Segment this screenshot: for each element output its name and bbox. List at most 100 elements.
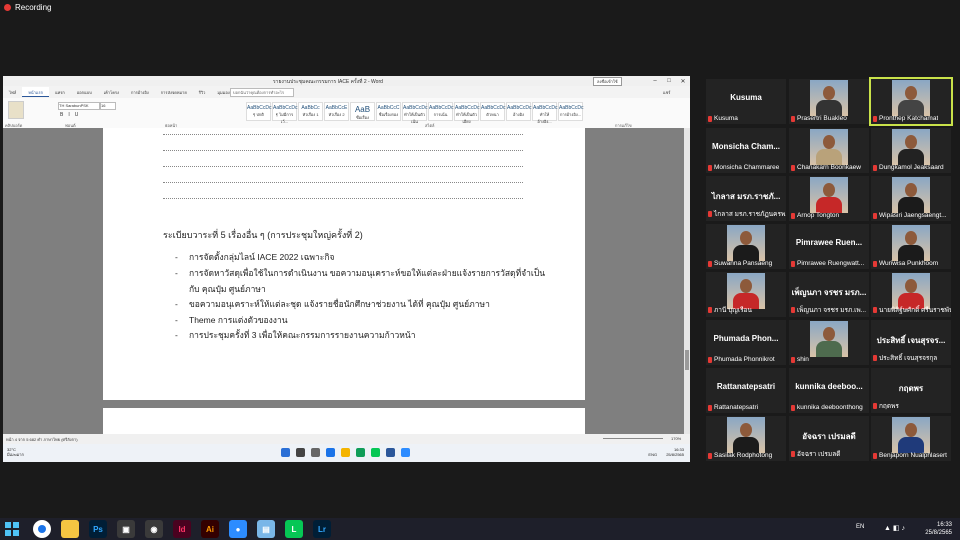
- media-icon[interactable]: ◉: [145, 520, 163, 538]
- style-subtle-emphasis[interactable]: AaBbCcDc ทำให้เป็นตัวเน้น: [402, 102, 427, 124]
- agenda-bullet: - การประชุมครั้งที่ 3 เพื่อให้คณะกรรมการร…: [175, 330, 416, 340]
- style-no-spacing[interactable]: AaBbCcDc ¶ ไม่มีการเว้...: [272, 102, 297, 124]
- font-name-box[interactable]: TH SarabunPSK: [58, 102, 100, 110]
- participant-video: [727, 417, 765, 453]
- muted-mic-icon: [791, 260, 795, 267]
- participant-tile[interactable]: Pimrawee Ruen... Pimrawee Ruengwatt...: [789, 224, 869, 269]
- participant-body: [898, 100, 924, 116]
- zoom-icon[interactable]: ●: [229, 520, 247, 538]
- participant-tile[interactable]: Prasertri Buakleo: [789, 79, 869, 124]
- participant-tile[interactable]: Suwanna Pansaeng: [706, 224, 786, 269]
- scrollbar-thumb[interactable]: [685, 350, 689, 370]
- participant-tile[interactable]: shin: [789, 320, 869, 365]
- style-heading-2[interactable]: AaBbCcE หัวเรื่อง 2: [324, 102, 349, 121]
- close-icon[interactable]: ✕: [676, 76, 690, 86]
- line-icon[interactable]: L: [285, 520, 303, 538]
- line-icon[interactable]: [371, 448, 380, 457]
- style-subtitle[interactable]: AaBbCcC ชื่อเรื่องรอง: [376, 102, 401, 121]
- tab-layout[interactable]: เค้าโครง: [98, 87, 125, 97]
- tab-references[interactable]: การอ้างอิง: [125, 87, 155, 97]
- file-explorer-icon[interactable]: [61, 520, 79, 538]
- participant-tile[interactable]: ไกลาส มรภ.ราชภั... ไกลาส มรภ.ราชภัฏนครพ..…: [706, 176, 786, 221]
- participant-tile[interactable]: Kusuma Kusuma: [706, 79, 786, 124]
- zoom-slider[interactable]: [603, 438, 663, 439]
- share-button[interactable]: แชร์: [663, 89, 670, 96]
- participant-body: [733, 245, 759, 261]
- tab-home[interactable]: หน้าแรก: [22, 87, 50, 97]
- participant-tile[interactable]: kunnika deeboo... kunnika deeboonthong: [789, 368, 869, 413]
- paste-icon[interactable]: [8, 101, 24, 119]
- chrome-icon[interactable]: [33, 520, 51, 538]
- participant-tile[interactable]: Wipasiri Jaengsaengt...: [871, 176, 951, 221]
- participant-tile[interactable]: เพ็ญนภา จรชร มรภ... เพ็ญนภา จรชร มรภ.เพ..…: [789, 272, 869, 317]
- participant-tile[interactable]: Dungkamol Jeaksaard: [871, 128, 951, 173]
- font-size-box[interactable]: 16: [100, 102, 116, 110]
- participant-tile[interactable]: Rattanatepsatri Rattanatepsatri: [706, 368, 786, 413]
- participant-tile[interactable]: Chanakarn Boonkaew: [789, 128, 869, 173]
- font-format-icons[interactable]: BIU: [60, 112, 83, 118]
- participant-video: [810, 321, 848, 357]
- recording-indicator: Recording: [4, 3, 51, 12]
- lightroom-icon[interactable]: Lr: [313, 520, 331, 538]
- sign-in-button[interactable]: ลงชื่อเข้าใช้: [593, 77, 622, 86]
- tray-language[interactable]: ENG: [648, 452, 657, 457]
- participant-tile[interactable]: อัจฉรา เปรมลดี อัจฉรา เปรมลดี: [789, 416, 869, 461]
- windows-start-icon[interactable]: [281, 448, 290, 457]
- vertical-scrollbar[interactable]: [684, 128, 690, 434]
- indesign-icon[interactable]: Id: [173, 520, 191, 538]
- folder-icon[interactable]: [341, 448, 350, 457]
- maximize-icon[interactable]: □: [662, 76, 676, 86]
- style-normal[interactable]: AaBbCcDc ¶ ปกติ: [246, 102, 271, 121]
- participant-name-label: Rattanatepsatri: [708, 404, 758, 411]
- participant-tile[interactable]: ภานี บุญเรือน: [706, 272, 786, 317]
- illustrator-icon[interactable]: Ai: [201, 520, 219, 538]
- participant-face: [905, 135, 917, 149]
- minimize-icon[interactable]: –: [648, 76, 662, 86]
- document-page[interactable]: ระเบียบวาระที่ 5 เรื่องอื่น ๆ (การประชุม…: [103, 128, 585, 400]
- tab-file[interactable]: ไฟล์: [3, 87, 22, 97]
- photoshop-icon[interactable]: Ps: [89, 520, 107, 538]
- muted-mic-icon: [791, 115, 795, 122]
- participant-tile[interactable]: Pronthep Katchamat: [869, 77, 953, 126]
- edge-icon[interactable]: [326, 448, 335, 457]
- participant-tile[interactable]: กฤดพร กฤดพร: [871, 368, 951, 413]
- participant-display-name: Monsicha Cham...: [711, 142, 780, 151]
- participant-name: Chanakarn Boonkaew: [797, 164, 861, 171]
- participant-tile[interactable]: นายพิสิฐ์ษศักดิ์ ศรีนราชพันธ์: [871, 272, 951, 317]
- style-strong[interactable]: AaBbCcDc ตัวหนา: [480, 102, 505, 121]
- system-clock[interactable]: 16:33 25/8/2565: [925, 521, 952, 537]
- weather-widget[interactable]: 32°C มีเมฆมาก: [7, 447, 24, 457]
- search-icon[interactable]: [296, 448, 305, 457]
- participant-tile[interactable]: Arnop Tongton: [789, 176, 869, 221]
- photos-icon[interactable]: ▣: [117, 520, 135, 538]
- muted-mic-icon: [708, 260, 712, 267]
- tell-me-search[interactable]: บอกฉันว่าคุณต้องการทำอะไร: [230, 88, 294, 97]
- participant-tile[interactable]: Sasilak Rodphotong: [706, 416, 786, 461]
- style-intense-emphasis[interactable]: AaBbCcDc ทำให้เป็นตัวเอียง: [454, 102, 479, 124]
- task-view-icon[interactable]: [311, 448, 320, 457]
- style-quote[interactable]: AaBbCcDc อ้างอิง: [506, 102, 531, 121]
- windows-start-icon[interactable]: [5, 522, 19, 536]
- style-emphasis[interactable]: AaBbCcDc การเน้น: [428, 102, 453, 121]
- word-icon[interactable]: [386, 448, 395, 457]
- notepad-icon[interactable]: ▤: [257, 520, 275, 538]
- tab-mailings[interactable]: การส่งจดหมาย: [155, 87, 193, 97]
- participant-name: กฤดพร: [879, 403, 899, 410]
- participant-tile[interactable]: Monsicha Cham... Monsicha Chammaree: [706, 128, 786, 173]
- style-reference[interactable]: AaBbCcDc การอ้างอิง...: [558, 102, 583, 121]
- style-intense-quote[interactable]: AaBbCcDc ทำให้อ้างอิง...: [532, 102, 557, 124]
- tab-insert[interactable]: แทรก: [49, 87, 71, 97]
- participant-tile[interactable]: Benjaporn Nualphlasert: [871, 416, 951, 461]
- zoom-icon[interactable]: [401, 448, 410, 457]
- tab-design[interactable]: ออกแบบ: [71, 87, 98, 97]
- participant-name-label: ประสิทธิ์ เจนสุรจรกุล: [873, 353, 937, 363]
- style-heading-1[interactable]: AaBbCc หัวเรื่อง 1: [298, 102, 323, 121]
- participant-tile[interactable]: Wuriwisa Punkhoom: [871, 224, 951, 269]
- input-language[interactable]: EN: [856, 524, 864, 530]
- participant-tile[interactable]: Phumada Phon... Phumada Phonnikrot: [706, 320, 786, 365]
- style-title[interactable]: AaB ชื่อเรื่อง: [350, 102, 375, 121]
- participant-tile[interactable]: ประสิทธิ์ เจนสุรจร... ประสิทธิ์ เจนสุรจรก…: [871, 320, 951, 365]
- tab-review[interactable]: รีวิว: [193, 87, 212, 97]
- chrome-icon[interactable]: [356, 448, 365, 457]
- tray-icons[interactable]: ▲◧♪: [884, 524, 907, 532]
